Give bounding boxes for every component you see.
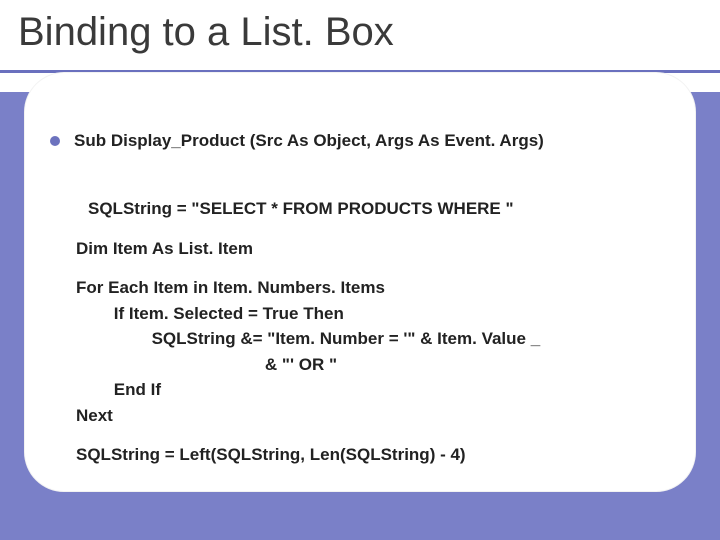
slide-title: Binding to a List. Box [18, 10, 394, 54]
slide: Binding to a List. Box Sub Display_Produ… [0, 0, 720, 540]
code-block: SQLString = "SELECT * FROM PRODUCTS WHER… [76, 171, 670, 494]
code-line: SQLString = "SELECT * FROM PRODUCTS WHER… [76, 199, 514, 218]
code-line: For Each Item in Item. Numbers. Items [76, 278, 385, 297]
code-line: & "' OR " [76, 355, 337, 374]
code-line: End If [76, 380, 161, 399]
code-line: If Item. Selected = True Then [76, 304, 344, 323]
bullet-row: Sub Display_Product (Src As Object, Args… [50, 130, 670, 153]
code-line: Dim Item As List. Item [76, 239, 253, 258]
code-line: Next [76, 406, 113, 425]
bullet-icon [50, 136, 60, 146]
slide-body: Sub Display_Product (Src As Object, Args… [50, 130, 670, 493]
code-line: SQLString = Left(SQLString, Len(SQLStrin… [76, 445, 466, 464]
code-line: SQLString &= "Item. Number = '" & Item. … [76, 329, 540, 348]
bullet-text: Sub Display_Product (Src As Object, Args… [74, 130, 544, 153]
